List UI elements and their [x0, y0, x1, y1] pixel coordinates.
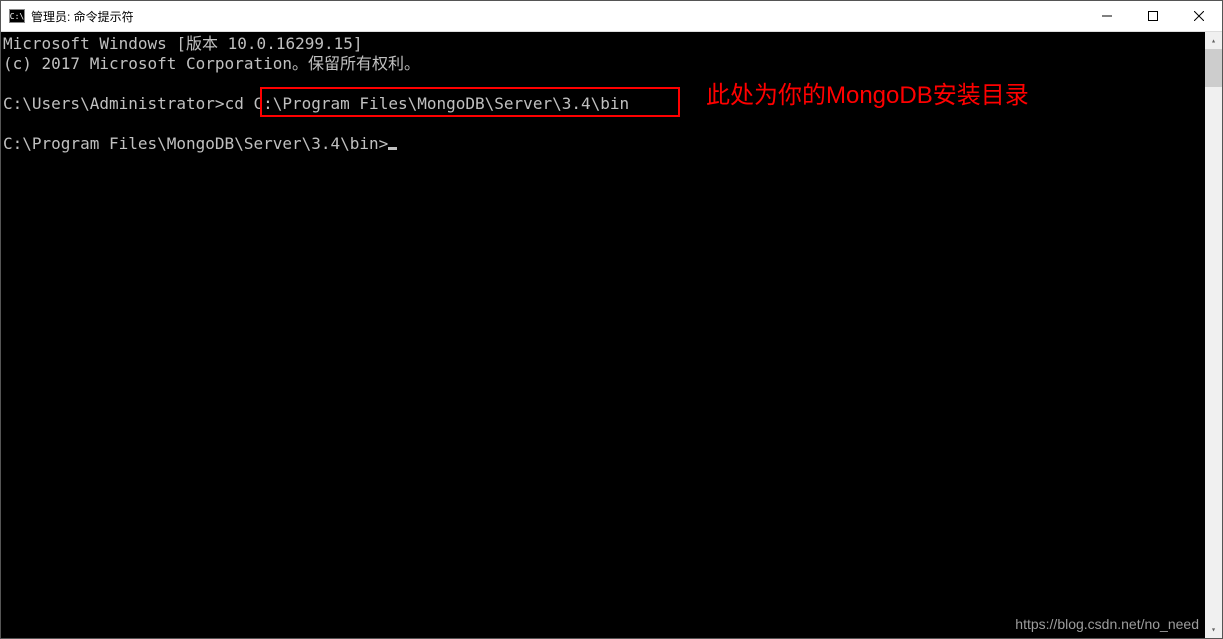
vertical-scrollbar[interactable]: ▴ ▾ [1205, 32, 1222, 638]
window-title: 管理员: 命令提示符 [31, 8, 134, 25]
command-text: cd C:\Program Files\MongoDB\Server\3.4\b… [225, 94, 630, 113]
close-icon [1194, 11, 1204, 21]
scrollbar-down-arrow[interactable]: ▾ [1205, 621, 1222, 638]
cmd-icon: C:\ [9, 9, 25, 23]
cursor [388, 147, 397, 150]
cmd-window: C:\ 管理员: 命令提示符 Microsoft Windows [版本 10.… [0, 0, 1223, 639]
scrollbar-up-arrow[interactable]: ▴ [1205, 32, 1222, 49]
scrollbar-thumb[interactable] [1205, 49, 1222, 87]
watermark-text: https://blog.csdn.net/no_need [1015, 614, 1199, 634]
close-button[interactable] [1176, 1, 1222, 31]
output-line: C:\Program Files\MongoDB\Server\3.4\bin> [3, 134, 1205, 154]
output-line [3, 114, 1205, 134]
title-left: C:\ 管理员: 命令提示符 [1, 8, 1084, 25]
maximize-icon [1148, 11, 1158, 21]
terminal-output[interactable]: Microsoft Windows [版本 10.0.16299.15](c) … [1, 32, 1205, 638]
prompt: C:\Users\Administrator> [3, 94, 225, 113]
minimize-button[interactable] [1084, 1, 1130, 31]
output-line: (c) 2017 Microsoft Corporation。保留所有权利。 [3, 54, 1205, 74]
window-controls [1084, 1, 1222, 31]
maximize-button[interactable] [1130, 1, 1176, 31]
output-line: Microsoft Windows [版本 10.0.16299.15] [3, 34, 1205, 54]
terminal-wrap: Microsoft Windows [版本 10.0.16299.15](c) … [1, 32, 1222, 638]
minimize-icon [1102, 11, 1112, 21]
prompt: C:\Program Files\MongoDB\Server\3.4\bin> [3, 134, 388, 153]
annotation-label: 此处为你的MongoDB安装目录 [706, 86, 1029, 106]
titlebar: C:\ 管理员: 命令提示符 [1, 1, 1222, 32]
